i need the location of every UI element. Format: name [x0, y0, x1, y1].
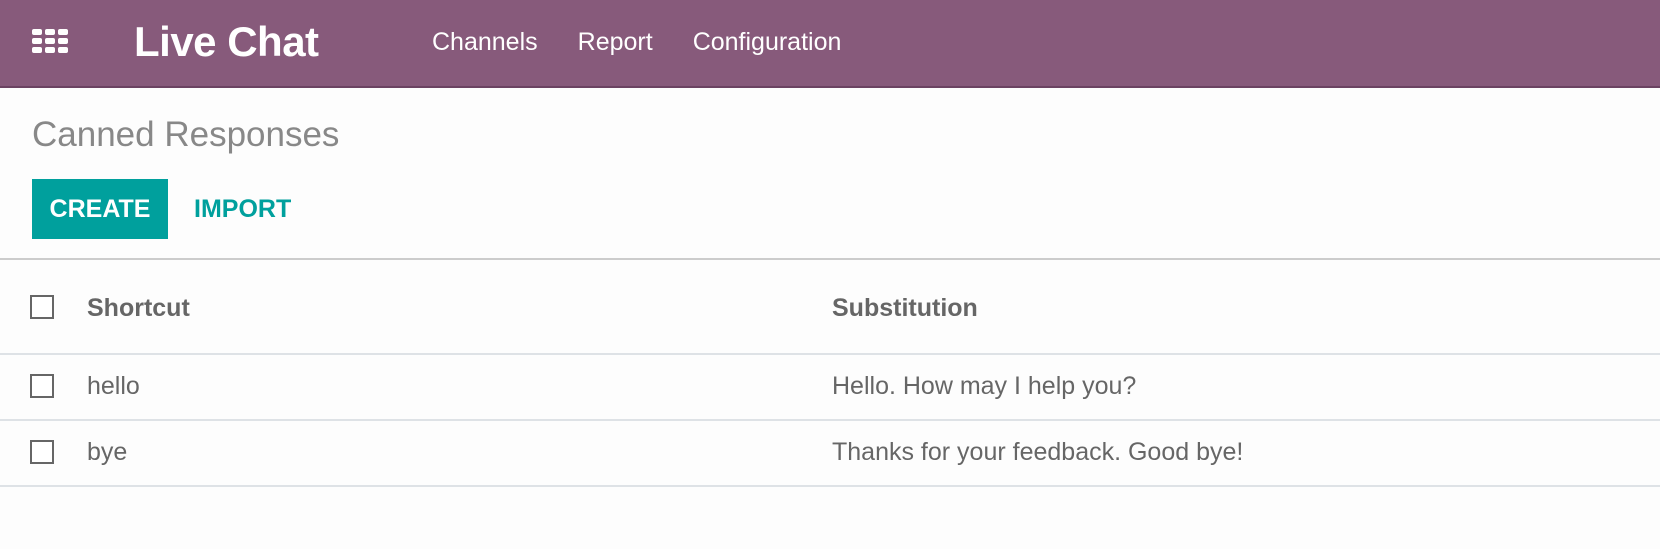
select-all-checkbox[interactable]	[30, 295, 54, 319]
main-menu: Channels Report Configuration	[432, 28, 841, 57]
page-title: Canned Responses	[32, 115, 340, 154]
row-divider	[0, 485, 1660, 487]
row-divider	[0, 419, 1660, 421]
create-button[interactable]: CREATE	[32, 179, 168, 239]
menu-report[interactable]: Report	[578, 28, 653, 57]
import-button[interactable]: IMPORT	[194, 179, 291, 239]
app-title: Live Chat	[134, 18, 319, 65]
column-header-substitution[interactable]: Substitution	[832, 294, 978, 323]
row-divider	[0, 353, 1660, 355]
apps-grid-icon[interactable]	[32, 29, 69, 54]
row-checkbox[interactable]	[30, 374, 54, 398]
cell-substitution: Hello. How may I help you?	[832, 372, 1137, 400]
cell-shortcut: hello	[87, 372, 140, 400]
column-header-shortcut[interactable]: Shortcut	[87, 294, 190, 323]
top-navbar: Live Chat Channels Report Configuration	[0, 0, 1660, 88]
row-checkbox[interactable]	[30, 440, 54, 464]
control-panel-divider	[0, 258, 1660, 260]
menu-configuration[interactable]: Configuration	[693, 28, 842, 57]
menu-channels[interactable]: Channels	[432, 28, 538, 57]
cell-substitution: Thanks for your feedback. Good bye!	[832, 438, 1244, 466]
cell-shortcut: bye	[87, 438, 128, 466]
